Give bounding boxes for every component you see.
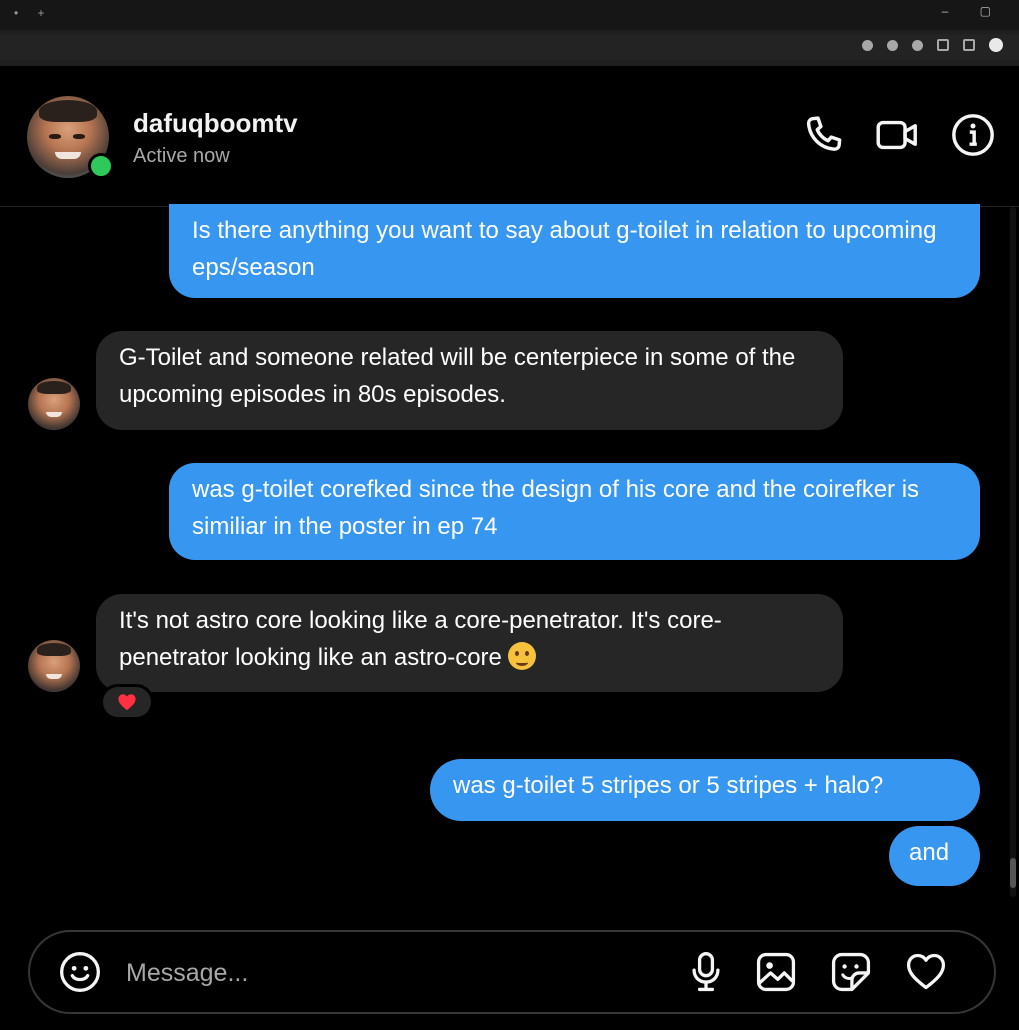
browser-toolbar	[862, 38, 1003, 52]
avatar-mouth	[46, 674, 62, 679]
image-icon[interactable]	[754, 950, 798, 994]
message-bubble-incoming[interactable]: G-Toilet and someone related will be cen…	[96, 331, 843, 430]
message-text: It's not astro core looking like a core-…	[119, 607, 722, 671]
smiling-face-emoji	[507, 642, 536, 670]
smiley-icon[interactable]	[58, 950, 102, 994]
message-bubble-outgoing[interactable]: Is there anything you want to say about …	[169, 204, 980, 298]
avatar-hair	[39, 100, 97, 122]
heart-reaction-icon	[118, 694, 136, 711]
scrollbar-thumb[interactable]	[1010, 858, 1016, 888]
heart-icon[interactable]	[904, 950, 948, 994]
username[interactable]: dafuqboomtv	[133, 108, 298, 139]
sticker-icon[interactable]	[829, 950, 873, 994]
online-indicator	[88, 153, 114, 179]
active-status: Active now	[133, 145, 230, 167]
message-bubble-incoming[interactable]: It's not astro core looking like a core-…	[96, 594, 843, 692]
window-controls[interactable]: – ▢	[942, 4, 1005, 18]
message-input[interactable]	[124, 950, 648, 996]
scrollbar-track[interactable]	[1010, 207, 1016, 897]
video-camera-icon[interactable]	[874, 112, 920, 158]
tab-controls[interactable]: • +	[14, 6, 53, 20]
sender-avatar[interactable]	[28, 378, 80, 430]
lens-icon[interactable]	[862, 39, 873, 51]
reaction-badge[interactable]	[100, 684, 154, 720]
microphone-icon[interactable]	[684, 950, 728, 994]
phone-icon[interactable]	[800, 112, 846, 158]
message-bubble-outgoing[interactable]: was g-toilet 5 stripes or 5 stripes + ha…	[430, 759, 980, 821]
avatar-hair	[37, 643, 71, 656]
avatar-eye	[73, 134, 85, 139]
download-icon[interactable]	[963, 39, 975, 51]
info-icon[interactable]	[950, 112, 996, 158]
avatar-mouth	[55, 152, 81, 159]
bookmark-star-icon[interactable]	[912, 39, 923, 51]
sender-avatar[interactable]	[28, 640, 80, 692]
browser-chrome: • + – ▢	[0, 0, 1019, 66]
tab-strip: • + – ▢	[0, 0, 1019, 30]
browser-profile-icon[interactable]	[989, 38, 1003, 52]
avatar-eye	[49, 134, 61, 139]
avatar-hair	[37, 381, 71, 394]
zoom-icon[interactable]	[887, 39, 898, 51]
extensions-icon[interactable]	[937, 39, 949, 51]
avatar-mouth	[46, 412, 62, 417]
message-bubble-outgoing[interactable]: and	[889, 826, 980, 886]
message-bubble-outgoing[interactable]: was g-toilet corefked since the design o…	[169, 463, 980, 560]
